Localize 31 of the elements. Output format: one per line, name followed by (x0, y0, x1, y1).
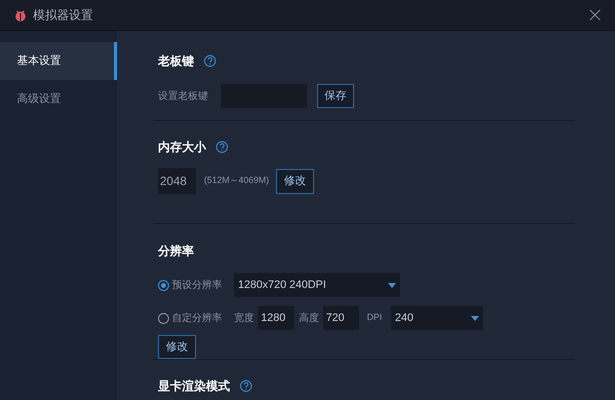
radio-label: 自定分辨率 (172, 312, 223, 326)
dropdown[interactable]: 240 (391, 306, 484, 330)
field-label: DPI (367, 311, 382, 324)
section-title: 内存大小 (158, 139, 206, 156)
radio-button[interactable] (158, 280, 169, 290)
section-title: 老板键 (158, 53, 194, 70)
field-label: 高度 (299, 312, 319, 326)
field-label: 宽度 (234, 312, 254, 326)
sidebar-item[interactable]: 高级设置 (0, 80, 117, 118)
bug-logo-icon (14, 8, 27, 22)
dropdown[interactable]: 1280x720 240DPI (234, 273, 400, 297)
caret-icon (388, 282, 396, 288)
radio-label: 预设分辨率 (172, 278, 223, 292)
help-icon[interactable] (204, 55, 216, 67)
close-icon[interactable] (589, 9, 601, 21)
window-title: 模拟器设置 (33, 7, 93, 24)
save-button[interactable]: 保存 (317, 84, 354, 108)
section-title: 显卡渲染模式 (158, 378, 230, 395)
caret-icon (471, 316, 480, 320)
field-label: 设置老板键 (158, 90, 209, 104)
range-hint: (512M～4069M) (204, 174, 270, 188)
input-field[interactable]: 1280 (258, 306, 294, 330)
memory-input[interactable]: 2048 (158, 168, 196, 194)
section-title: 分辨率 (158, 244, 194, 258)
modify-button[interactable]: 修改 (158, 335, 196, 359)
radio-button[interactable] (158, 312, 169, 324)
modify-button[interactable]: 修改 (276, 168, 314, 194)
input-field[interactable]: 720 (323, 306, 359, 330)
help-icon[interactable] (240, 380, 252, 392)
help-icon[interactable] (216, 141, 228, 153)
sidebar-item[interactable]: 基本设置 (0, 42, 117, 80)
